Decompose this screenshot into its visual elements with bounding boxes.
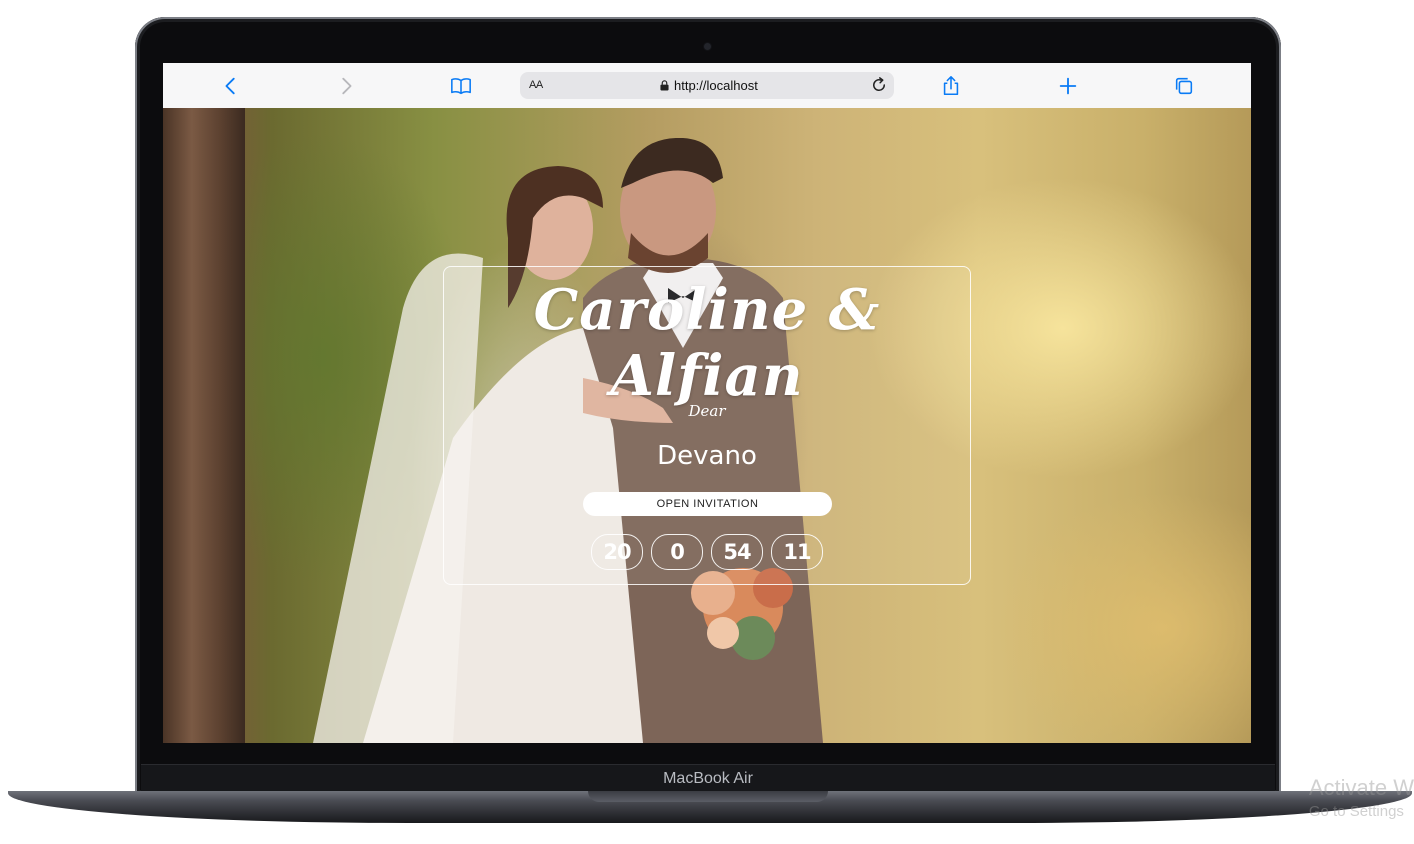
browser-toolbar: AA http://localhost — [163, 63, 1251, 109]
countdown-seconds: 11 — [771, 534, 823, 570]
new-tab-icon[interactable] — [1055, 73, 1081, 99]
address-bar[interactable]: AA http://localhost — [520, 72, 894, 99]
countdown: 20 0 54 11 — [444, 534, 970, 570]
back-icon[interactable] — [218, 73, 244, 99]
screen: AA http://localhost Caroline & Alfian De… — [163, 63, 1251, 743]
open-invitation-button[interactable]: OPEN INVITATION — [583, 492, 832, 516]
countdown-hours: 0 — [651, 534, 703, 570]
camera-icon — [704, 43, 711, 50]
couple-names: Caroline & Alfian — [533, 277, 881, 409]
url-text: http://localhost — [674, 78, 758, 93]
forward-icon[interactable] — [333, 73, 359, 99]
bookmarks-icon[interactable] — [448, 73, 474, 99]
reader-mode-button[interactable]: AA — [529, 79, 543, 91]
hero-background: Caroline & Alfian Dear Devano OPEN INVIT… — [163, 108, 1251, 743]
dear-label: Dear — [688, 402, 726, 420]
guest-name: Devano — [657, 441, 757, 471]
laptop-notch — [588, 791, 828, 802]
activation-watermark: Activate W Go to Settings — [1309, 775, 1414, 820]
watermark-line1: Activate W — [1308, 775, 1414, 800]
watermark-line2: Go to Settings — [1308, 803, 1404, 820]
device-label: MacBook Air — [663, 770, 753, 787]
reload-icon[interactable] — [870, 76, 888, 94]
share-icon[interactable] — [938, 73, 964, 99]
lock-icon — [660, 80, 669, 91]
countdown-days: 20 — [591, 534, 643, 570]
invitation-card: Caroline & Alfian Dear Devano OPEN INVIT… — [443, 266, 971, 585]
tabs-icon[interactable] — [1171, 73, 1197, 99]
tree-trunk — [163, 108, 245, 743]
countdown-minutes: 54 — [711, 534, 763, 570]
